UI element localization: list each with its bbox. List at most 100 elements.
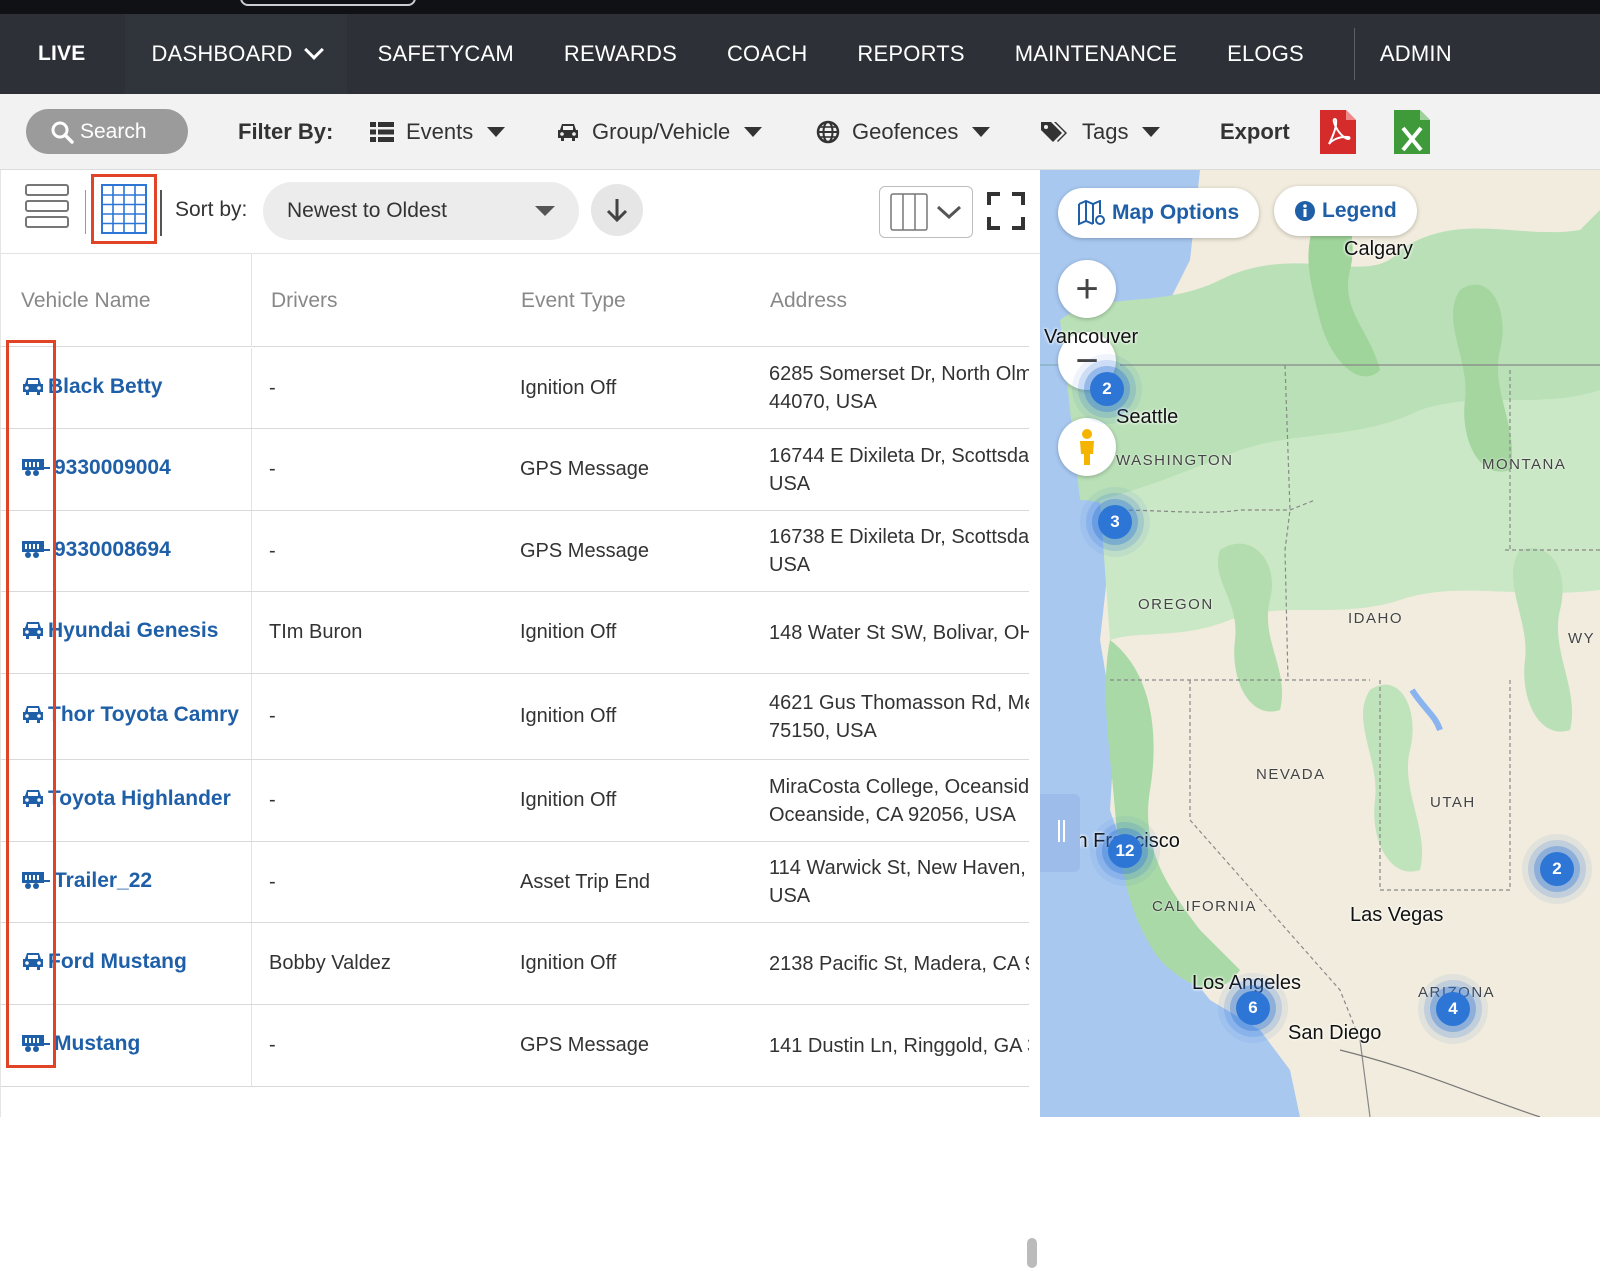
column-address[interactable]: Address: [770, 254, 847, 347]
brand-pill: [240, 0, 416, 6]
fullscreen-button[interactable]: [987, 192, 1025, 230]
columns-button[interactable]: [879, 186, 973, 238]
filter-by-label: Filter By:: [238, 119, 334, 144]
nav-rewards[interactable]: REWARDS: [539, 14, 702, 94]
column-vehicle-name[interactable]: Vehicle Name: [21, 254, 151, 347]
panel-resize-handle[interactable]: [1040, 794, 1080, 872]
sort-value: Newest to Oldest: [287, 199, 447, 222]
driver-cell: -: [269, 539, 276, 562]
group-vehicle-filter[interactable]: Group/Vehicle: [556, 94, 763, 170]
sort-select[interactable]: Newest to Oldest: [263, 182, 579, 240]
nav-dashboard[interactable]: DASHBOARD: [125, 14, 347, 94]
caret-down-icon: [744, 127, 763, 137]
chevron-down-icon: [303, 40, 324, 60]
table-row[interactable]: Ford Mustang Bobby Valdez Ignition Off 2138…: [1, 923, 1029, 1005]
nav-dashboard-label: DASHBOARD: [151, 41, 293, 66]
chevron-down-icon: [936, 205, 962, 220]
vehicle-name-text: 9330009004: [54, 456, 171, 479]
column-divider: [251, 592, 252, 673]
address-cell: 2138 Pacific St, Madera, CA 93638, USA: [769, 923, 1029, 1004]
address-cell: 148 Water St SW, Bolivar, OH 44612, USA: [769, 592, 1029, 673]
address-line-1: 16738 E Dixileta Dr, Scottsdale, AZ 8526…: [769, 526, 1029, 548]
table-row[interactable]: Thor Toyota Camry - Ignition Off 4621 Gus T…: [1, 674, 1029, 760]
nav-coach[interactable]: COACH: [702, 14, 832, 94]
events-filter[interactable]: Events: [370, 94, 506, 170]
search-icon: [51, 121, 74, 144]
map-cluster-marker[interactable]: 4: [1436, 992, 1470, 1026]
column-drivers[interactable]: Drivers: [271, 254, 338, 347]
address-line-2: USA: [769, 554, 811, 576]
map-label-vancouver: Vancouver: [1044, 326, 1139, 348]
grid-icon: [101, 184, 147, 234]
address-line-2: 44070, USA: [769, 391, 877, 413]
table-scrollbar[interactable]: [1027, 1238, 1037, 1268]
map-cluster-marker[interactable]: 3: [1098, 505, 1132, 539]
map-cluster-marker[interactable]: 6: [1236, 991, 1270, 1025]
nav-elogs[interactable]: ELOGS: [1202, 14, 1329, 94]
address-cell: 141 Dustin Ln, Ringgold, GA 30736, USA: [769, 1005, 1029, 1086]
table-row[interactable]: Black Betty - Ignition Off 6285 Somerset Dr…: [1, 348, 1029, 429]
vehicle-name-text: Thor Toyota Camry: [48, 703, 239, 726]
export-excel-button[interactable]: [1394, 94, 1442, 170]
table-header: Vehicle Name Drivers Event Type Address: [1, 254, 1029, 347]
zoom-in-button[interactable]: +: [1058, 260, 1116, 318]
map-cluster-marker[interactable]: 12: [1108, 834, 1142, 868]
address-line-1: 148 Water St SW, Bolivar, OH 44612, USA: [769, 621, 1029, 644]
nav-admin[interactable]: ADMIN: [1355, 14, 1477, 94]
info-icon: [1295, 201, 1315, 221]
table-row[interactable]: Toyota Highlander - Ignition Off MiraCosta …: [1, 760, 1029, 842]
search-button[interactable]: Search: [26, 109, 188, 154]
tags-filter[interactable]: Tags: [1040, 94, 1161, 170]
address-line-1: MiraCosta College, Oceanside Blvd,: [769, 775, 1029, 798]
filter-bar: Search Filter By: Events Group/Vehicle G…: [0, 94, 1600, 170]
address-line-1: 141 Dustin Ln, Ringgold, GA 30736, USA: [769, 1034, 1029, 1057]
event-type-cell: Ignition Off: [520, 621, 617, 643]
column-divider: [251, 760, 252, 841]
address-cell: 4621 Gus Thomasson Rd, Mesquite, TX 75150…: [769, 674, 1029, 759]
geofences-filter[interactable]: Geofences: [816, 94, 991, 170]
nav-live[interactable]: LIVE: [0, 14, 125, 94]
map-cluster-marker[interactable]: 2: [1090, 372, 1124, 406]
table-row[interactable]: 9330009004 - GPS Message 16744 E Dixileta D…: [1, 429, 1029, 511]
map-panel[interactable]: Map Options Legend + − Calgary Vancouver…: [1040, 170, 1600, 1117]
table-view-button[interactable]: [91, 174, 157, 244]
nav-maintenance[interactable]: MAINTENANCE: [990, 14, 1202, 94]
address-cell: 16738 E Dixileta Dr, Scottsdale, AZ 8526…: [769, 511, 1029, 591]
map-state-california: CALIFORNIA: [1152, 898, 1258, 915]
table-row[interactable]: Hyundai Genesis TIm Buron Ignition Off 148 …: [1, 592, 1029, 674]
address-line-1: 16744 E Dixileta Dr, Scottsdale, AZ 8526…: [769, 444, 1029, 467]
map-cluster-marker[interactable]: 2: [1540, 852, 1574, 886]
address-line-2: USA: [769, 472, 811, 495]
sort-direction-button[interactable]: [591, 184, 643, 236]
map-state-oregon: OREGON: [1138, 596, 1214, 613]
list-view-button[interactable]: [25, 184, 71, 232]
nav-reports[interactable]: REPORTS: [832, 14, 989, 94]
highlight-box: [6, 340, 56, 1068]
driver-cell: -: [269, 705, 276, 727]
event-type-cell: Ignition Off: [520, 789, 617, 811]
plus-icon: +: [1075, 267, 1099, 311]
map-state-wy: WY: [1568, 630, 1596, 647]
tags-label: Tags: [1082, 119, 1129, 144]
vehicle-name-text: Trailer_22: [54, 868, 153, 892]
caret-down-icon: [1142, 127, 1161, 137]
map-label-san-diego: San Diego: [1288, 1022, 1382, 1044]
globe-icon: [816, 120, 840, 144]
events-label: Events: [406, 119, 474, 144]
map-settings-icon: [1078, 200, 1105, 226]
table-row[interactable]: 9330008694 - GPS Message 16738 E Dixileta D…: [1, 511, 1029, 592]
legend-button[interactable]: Legend: [1274, 186, 1417, 236]
expand-icon: [987, 192, 1025, 230]
street-view-button[interactable]: [1058, 418, 1116, 476]
vehicle-name-text: Hyundai Genesis: [48, 619, 219, 642]
column-event-type[interactable]: Event Type: [521, 254, 626, 347]
map-options-button[interactable]: Map Options: [1058, 188, 1260, 238]
address-line-1: 4621 Gus Thomasson Rd, Mesquite, TX: [769, 691, 1029, 714]
table-row[interactable]: Mustang - GPS Message 141 Dustin Ln, Ringgo…: [1, 1005, 1029, 1087]
nav-safetycam[interactable]: SAFETYCAM: [353, 14, 539, 94]
export-pdf-button[interactable]: [1320, 94, 1368, 170]
map-label-las-vegas: Las Vegas: [1350, 904, 1444, 926]
vehicle-name-text: Mustang: [54, 1032, 141, 1055]
arrow-down-icon: [606, 199, 628, 223]
table-row[interactable]: Trailer_22 - Asset Trip End 114 Warwick St,…: [1, 842, 1029, 923]
